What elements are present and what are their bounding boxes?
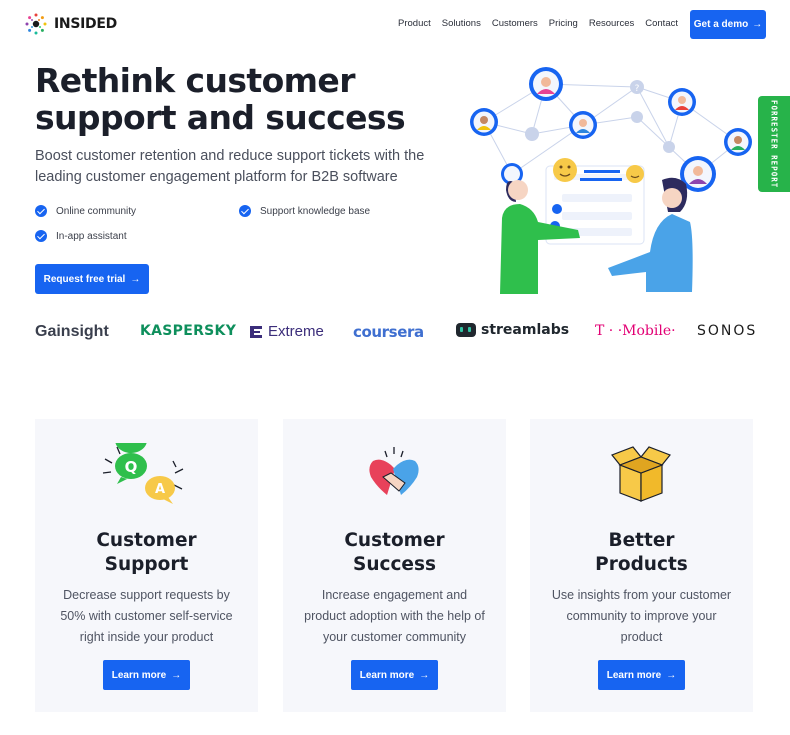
nav-link-pricing[interactable]: Pricing [549,18,578,29]
card-title: Customer Success [344,530,445,575]
arrow-right-icon: → [171,669,182,681]
arrow-right-icon: → [752,19,763,30]
logo-text: INSIDED [54,16,117,32]
feature-label: In-app assistant [56,230,127,242]
hero-subtitle: Boost customer retention and reduce supp… [35,148,425,185]
arrow-right-icon: → [419,669,430,681]
forrester-report-tab[interactable]: FORRESTER REPORT [758,96,790,192]
avatar [470,108,498,136]
arrow-right-icon: → [130,273,141,285]
avatar [529,67,563,101]
card-customer-success: Customer Success Increase engagement and… [283,419,506,712]
card-description: Increase engagement and product adoption… [304,588,485,644]
coursera-logo: coursera [353,323,424,341]
learn-more-button[interactable]: Learn more → [351,660,438,690]
request-trial-button[interactable]: Request free trial → [35,264,149,294]
streamlabs-label: streamlabs [481,322,570,338]
learn-more-label: Learn more [606,669,662,681]
learn-more-button[interactable]: Learn more → [103,660,190,690]
extreme-logo: Extreme [248,323,324,340]
get-demo-label: Get a demo [693,19,749,30]
top-nav: INSIDED Product Solutions Customers Pric… [0,0,790,48]
tmobile-logo: T · ·Mobile· [595,323,676,339]
extreme-mark-icon [250,325,262,338]
hero-title: Rethink customer support and success [35,61,406,137]
learn-more-label: Learn more [111,669,167,681]
check-icon [35,230,47,242]
card-description: Use insights from your customer communit… [551,588,732,644]
nav-link-solutions[interactable]: Solutions [442,18,481,29]
streamlabs-mark-icon [456,323,476,337]
card-title: Customer Support [96,530,197,575]
learn-more-label: Learn more [359,669,415,681]
arrow-right-icon: → [666,669,677,681]
check-icon [35,205,47,217]
open-box-icon [611,446,671,502]
forrester-report-label: FORRESTER REPORT [769,99,779,189]
card-title: Better Products [595,530,688,575]
card-better-products: Better Products Use insights from your c… [530,419,753,712]
qa-bubbles-icon: Q A [102,443,184,504]
nav-link-contact[interactable]: Contact [645,18,678,29]
gainsight-logo: Gainsight [35,323,109,340]
get-demo-button[interactable]: Get a demo → [690,10,766,39]
q-letter: Q [125,458,138,476]
a-letter: A [155,482,165,497]
logo-mark-icon [25,13,47,35]
handshake-icon [369,447,419,495]
avatar [569,111,597,139]
sonos-logo: SONOS [697,323,758,339]
feature-online-community: Online community [35,205,136,217]
feature-in-app-assistant: In-app assistant [35,230,127,242]
nav-link-customers[interactable]: Customers [492,18,538,29]
feature-label: Support knowledge base [260,205,371,217]
extreme-label: Extreme [268,323,324,340]
customer-logos: Gainsight KASPERSKY Extreme coursera str… [35,320,755,348]
feature-knowledge-base: Support knowledge base [239,205,370,217]
avatar [668,88,696,116]
hero-illustration: ? [470,67,752,294]
avatar [724,128,752,156]
card-description: Decrease support requests by 50% with cu… [60,588,233,644]
streamlabs-logo: streamlabs [455,321,569,339]
insided-logo[interactable]: INSIDED [24,12,117,36]
nav-link-product[interactable]: Product [398,18,431,29]
feature-label: Online community [56,205,137,217]
check-icon [239,205,251,217]
nav-links: Product Solutions Customers Pricing Reso… [398,18,678,29]
card-customer-support: Q A Customer Support Decrease support re… [35,419,258,712]
kaspersky-logo: KASPERSKY [140,323,237,339]
learn-more-button[interactable]: Learn more → [598,660,685,690]
request-trial-label: Request free trial [43,273,126,285]
svg-text:?: ? [635,84,640,94]
nav-link-resources[interactable]: Resources [589,18,634,29]
